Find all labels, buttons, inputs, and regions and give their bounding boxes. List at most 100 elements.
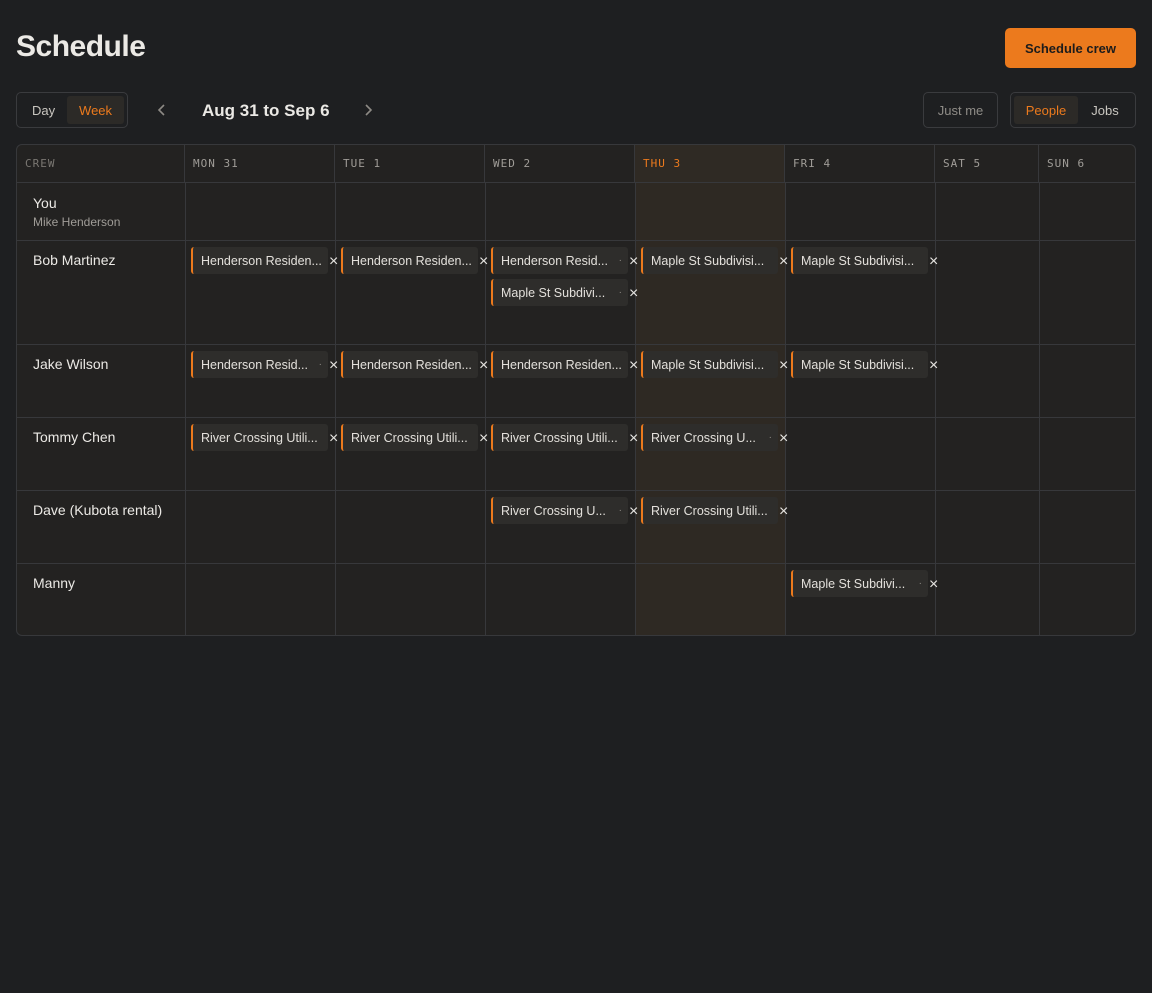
day-column-header: TUE 1 [335,145,485,183]
crew-column-header: CREW [17,145,185,183]
mode-toggle: People Jobs [1010,92,1136,128]
day-column-header: SUN 6 [1039,145,1135,183]
remove-assignment-icon[interactable]: × [629,357,638,375]
column-divider [785,183,786,635]
chevron-right-icon[interactable] [356,98,380,122]
remove-assignment-icon[interactable]: × [479,253,488,271]
job-assignment-chip[interactable]: River Crossing Utili... [641,497,778,524]
job-assignment-chip[interactable]: River Crossing Utili... [491,424,628,451]
job-assignment-label: Henderson Residen... [201,253,322,268]
job-assignment-label: River Crossing Utili... [501,430,618,445]
job-assignment-label: Henderson Residen... [351,253,472,268]
more-dot-icon: · [918,578,922,589]
remove-assignment-icon[interactable]: × [329,357,338,375]
job-assignment-label: River Crossing Utili... [201,430,318,445]
just-me-filter-button[interactable]: Just me [923,92,998,128]
job-assignment-chip[interactable]: Henderson Resid... · [491,247,628,274]
view-day-option[interactable]: Day [20,96,67,124]
job-assignment-chip[interactable]: Henderson Residen... [341,351,478,378]
row-divider [17,490,1135,491]
row-divider [17,563,1135,564]
remove-assignment-icon[interactable]: × [779,253,788,271]
view-toggle: Day Week [16,92,128,128]
job-assignment-label: Maple St Subdivisi... [651,357,765,372]
job-assignment-chip[interactable]: Henderson Residen... [191,247,328,274]
crew-member-name: Jake Wilson [33,356,109,372]
job-assignment-label: Maple St Subdivisi... [801,253,915,268]
chevron-left-icon[interactable] [150,98,174,122]
more-dot-icon: · [618,255,622,266]
job-assignment-chip[interactable]: Henderson Residen... [341,247,478,274]
view-week-option[interactable]: Week [67,96,124,124]
schedule-grid: CREW MON 31 TUE 1 WED 2 THU 3 FRI 4 SAT 5 SUN 6… [16,144,1136,636]
column-divider [485,183,486,635]
row-divider [17,417,1135,418]
day-column-header: FRI 4 [785,145,935,183]
crew-member-name: Dave (Kubota rental) [33,502,163,518]
page-title: Schedule [16,30,146,63]
job-assignment-label: River Crossing U... [651,430,756,445]
job-assignment-chip[interactable]: Henderson Residen... [491,351,628,378]
more-dot-icon: · [618,505,622,516]
job-assignment-label: Henderson Residen... [351,357,472,372]
remove-assignment-icon[interactable]: × [929,576,938,594]
remove-assignment-icon[interactable]: × [629,253,638,271]
schedule-crew-button[interactable]: Schedule crew [1005,28,1136,68]
job-assignment-label: Maple St Subdivisi... [651,253,765,268]
day-column-header: THU 3 [635,145,785,183]
crew-member-subtitle: Mike Henderson [33,215,121,229]
remove-assignment-icon[interactable]: × [929,253,938,271]
row-divider [17,344,1135,345]
mode-people-option[interactable]: People [1014,96,1078,124]
job-assignment-chip[interactable]: Henderson Resid... · [191,351,328,378]
remove-assignment-icon[interactable]: × [629,285,638,303]
job-assignment-label: River Crossing Utili... [351,430,468,445]
column-divider [185,183,186,635]
job-assignment-label: Henderson Resid... [201,357,309,372]
more-dot-icon: · [618,287,622,298]
job-assignment-chip[interactable]: Maple St Subdivisi... [641,351,778,378]
day-column-header: MON 31 [185,145,335,183]
remove-assignment-icon[interactable]: × [929,357,938,375]
date-range-label: Aug 31 to Sep 6 [202,101,330,120]
job-assignment-label: River Crossing U... [501,503,606,518]
job-assignment-label: Maple St Subdivisi... [801,357,915,372]
remove-assignment-icon[interactable]: × [479,430,488,448]
job-assignment-chip[interactable]: River Crossing Utili... [341,424,478,451]
remove-assignment-icon[interactable]: × [779,430,788,448]
job-assignment-chip[interactable]: Maple St Subdivisi... [641,247,778,274]
remove-assignment-icon[interactable]: × [779,357,788,375]
crew-member-name: You [33,195,57,211]
day-column-header: WED 2 [485,145,635,183]
day-column-header: SAT 5 [935,145,1039,183]
column-divider [335,183,336,635]
job-assignment-label: Henderson Resid... [501,253,609,268]
crew-member-name: Bob Martinez [33,252,116,268]
remove-assignment-icon[interactable]: × [779,503,788,521]
job-assignment-chip[interactable]: Maple St Subdivisi... [791,247,928,274]
mode-jobs-option[interactable]: Jobs [1078,96,1132,124]
remove-assignment-icon[interactable]: × [329,430,338,448]
column-divider [1039,183,1040,635]
job-assignment-label: Maple St Subdivi... [501,285,606,300]
more-dot-icon: · [318,359,322,370]
column-divider [935,183,936,635]
job-assignment-chip[interactable]: River Crossing U... · [491,497,628,524]
column-divider [635,183,636,635]
remove-assignment-icon[interactable]: × [629,430,638,448]
row-divider [17,240,1135,241]
crew-member-name: Tommy Chen [33,429,116,445]
job-assignment-chip[interactable]: River Crossing U... · [641,424,778,451]
job-assignment-label: Henderson Residen... [501,357,622,372]
remove-assignment-icon[interactable]: × [629,503,638,521]
job-assignment-label: Maple St Subdivi... [801,576,906,591]
job-assignment-chip[interactable]: River Crossing Utili... [191,424,328,451]
job-assignment-chip[interactable]: Maple St Subdivi... · [491,279,628,306]
job-assignment-chip[interactable]: Maple St Subdivisi... [791,351,928,378]
remove-assignment-icon[interactable]: × [329,253,338,271]
more-dot-icon: · [768,432,772,443]
job-assignment-chip[interactable]: Maple St Subdivi... · [791,570,928,597]
job-assignment-label: River Crossing Utili... [651,503,768,518]
crew-member-name: Manny [33,575,76,591]
remove-assignment-icon[interactable]: × [479,357,488,375]
